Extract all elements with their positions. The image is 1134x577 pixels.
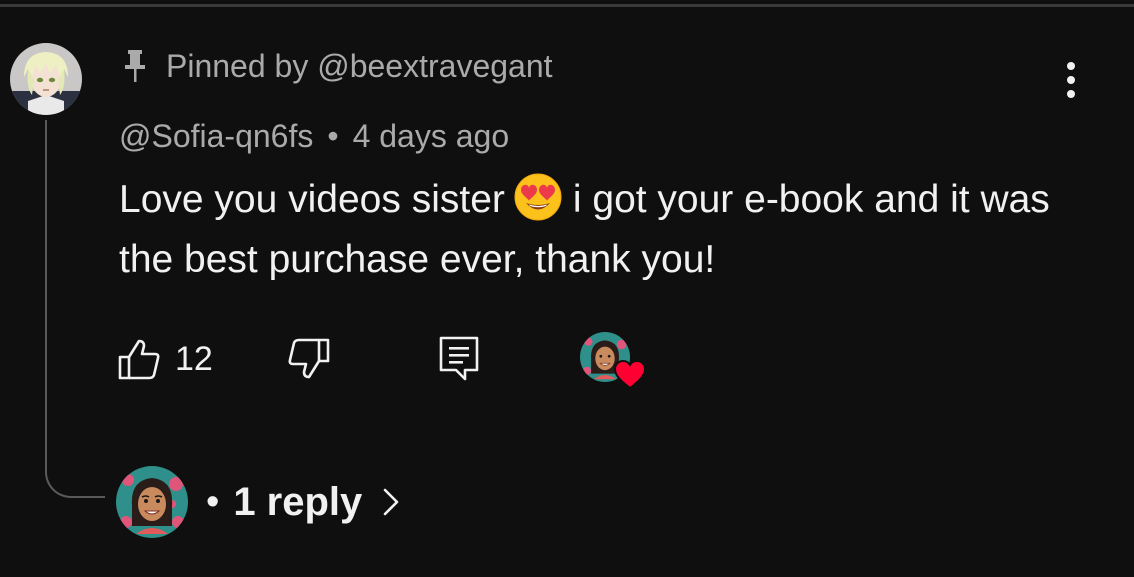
comment-body: Love you videos sister i got your e-book… [119,170,1079,290]
like-button[interactable]: 12 [117,336,213,382]
pin-icon [125,50,145,82]
thumbs-down-icon [288,338,330,379]
more-options-button[interactable] [1056,58,1086,102]
heart-eyes-emoji [514,173,562,221]
comment-time[interactable]: 4 days ago [353,118,510,155]
pinned-text: Pinned by @beextravegant [166,47,553,84]
creator-heart-badge [580,332,646,390]
like-count: 12 [175,339,213,378]
reply-dot: • [206,480,220,523]
commenter-avatar[interactable] [10,43,82,115]
reply-comment-icon [439,336,479,381]
more-vert-icon [1067,62,1075,98]
view-replies-button[interactable]: • 1 reply [116,466,400,538]
comment-meta: @Sofia-qn6fs • 4 days ago [119,118,509,155]
meta-separator: • [327,118,339,154]
thumbs-up-icon [118,339,160,380]
reply-author-avatar [116,466,188,538]
dislike-button[interactable] [285,336,333,382]
reply-button[interactable] [437,334,481,382]
top-divider [0,4,1134,7]
comment-thread: Pinned by @beextravegant @Sofia-qn6fs • … [0,0,1134,577]
chevron-right-icon [383,488,399,516]
comment-text-part-1: Love you videos sister [119,178,505,221]
comment-author[interactable]: @Sofia-qn6fs [119,118,313,155]
thread-connector-line [45,120,105,498]
pinned-label: Pinned by @beextravegant [122,46,553,86]
replies-count-label[interactable]: 1 reply [233,480,362,525]
creator-heart-icon [614,360,646,390]
